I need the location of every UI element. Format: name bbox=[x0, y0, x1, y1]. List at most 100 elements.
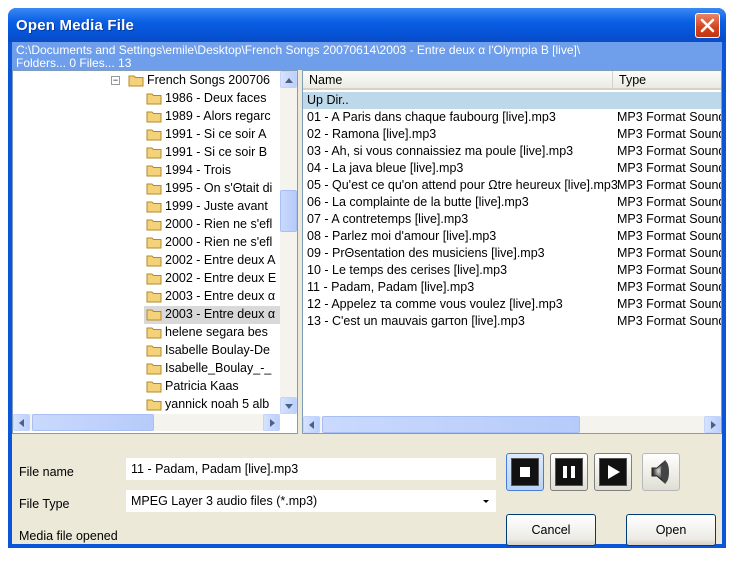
tree-item[interactable]: yannick noah 5 alb bbox=[144, 396, 280, 414]
file-row[interactable]: 02 - Ramona [live].mp3 MP3 Format Sound bbox=[303, 126, 721, 143]
tree-vertical-scrollbar[interactable] bbox=[280, 71, 297, 414]
file-row[interactable]: 04 - La java bleue [live].mp3 MP3 Format … bbox=[303, 160, 721, 177]
tree-item-label: yannick noah 5 alb bbox=[165, 397, 270, 411]
file-type-label: File Type bbox=[19, 497, 70, 511]
folder-icon bbox=[146, 147, 162, 159]
file-row[interactable]: 07 - A contretemps [live].mp3 MP3 Format … bbox=[303, 211, 721, 228]
pause-button-face bbox=[555, 458, 583, 486]
tree-item-label: 1989 - Alors regarc bbox=[165, 109, 271, 123]
column-header-type[interactable]: Type bbox=[613, 71, 721, 90]
tree-scroll-up-button[interactable] bbox=[280, 71, 297, 88]
stop-button[interactable] bbox=[506, 453, 544, 491]
file-row[interactable]: 08 - Parlez moi d'amour [live].mp3 MP3 Fo… bbox=[303, 228, 721, 245]
file-row[interactable]: 05 - Qu'est ce qu'on attend pour Ωtre he… bbox=[303, 177, 721, 194]
tree-scroll-thumb[interactable] bbox=[280, 190, 297, 232]
cancel-button[interactable]: Cancel bbox=[506, 514, 596, 546]
tree-item[interactable]: Isabelle Boulay-De bbox=[144, 342, 280, 360]
tree-item[interactable]: 2000 - Rien ne s'efl bbox=[144, 216, 280, 234]
file-row[interactable]: 10 - Le temps des cerises [live].mp3 MP3 … bbox=[303, 262, 721, 279]
list-scroll-right-button[interactable] bbox=[704, 416, 721, 433]
tree-item-label: 1991 - Si ce soir A bbox=[165, 127, 267, 141]
file-type: MP3 Format Sound bbox=[617, 144, 722, 158]
file-row[interactable]: 01 - A Paris dans chaque faubourg [live]… bbox=[303, 109, 721, 126]
file-name: 13 - C'est un mauvais garτon [live].mp3 bbox=[307, 314, 525, 328]
tree-item-label: 2000 - Rien ne s'efl bbox=[165, 217, 273, 231]
tree-item[interactable]: 2000 - Rien ne s'efl bbox=[144, 234, 280, 252]
folder-open-icon bbox=[128, 75, 144, 87]
title-bar[interactable]: Open Media File bbox=[8, 8, 726, 42]
folder-icon bbox=[146, 345, 162, 357]
tree-horizontal-scrollbar[interactable] bbox=[13, 414, 280, 431]
tree-item[interactable]: Isabelle_Boulay_-_ bbox=[144, 360, 280, 378]
pause-button[interactable] bbox=[550, 453, 588, 491]
tree-scroll-right-button[interactable] bbox=[263, 414, 280, 431]
tree-item[interactable]: helene segara bes bbox=[144, 324, 280, 342]
dialog-body: C:\Documents and Settings\emile\Desktop\… bbox=[12, 42, 722, 546]
column-type-label: Type bbox=[619, 73, 647, 87]
tree-hscroll-thumb[interactable] bbox=[32, 414, 154, 431]
volume-button[interactable] bbox=[642, 453, 680, 491]
tree-item[interactable]: 1999 - Juste avant bbox=[144, 198, 280, 216]
window-title: Open Media File bbox=[16, 17, 135, 34]
list-scroll-left-button[interactable] bbox=[303, 416, 320, 433]
file-name: 02 - Ramona [live].mp3 bbox=[307, 127, 437, 141]
file-row[interactable]: 13 - C'est un mauvais garτon [live].mp3 M… bbox=[303, 313, 721, 330]
file-name-input[interactable]: 11 - Padam, Padam [live].mp3 bbox=[126, 458, 496, 480]
tree-item-label: 2000 - Rien ne s'efl bbox=[165, 235, 273, 249]
stop-button-face bbox=[511, 458, 539, 486]
tree-scroll-down-button[interactable] bbox=[280, 397, 297, 414]
file-name: 11 - Padam, Padam [live].mp3 bbox=[307, 280, 475, 294]
file-type-value: MPEG Layer 3 audio files (*.mp3) bbox=[131, 494, 318, 508]
file-list[interactable]: Name Type Up Dir.. 01 - A Paris dans cha… bbox=[302, 70, 722, 434]
list-hscroll-thumb[interactable] bbox=[322, 416, 580, 433]
folder-icon bbox=[146, 273, 162, 285]
tree-root[interactable]: − French Songs 200706 bbox=[13, 72, 281, 90]
folder-icon bbox=[146, 399, 162, 411]
tree-item[interactable]: 2003 - Entre deux α bbox=[144, 306, 280, 324]
tree-item[interactable]: 1986 - Deux faces bbox=[144, 90, 280, 108]
file-name: 10 - Le temps des cerises [live].mp3 bbox=[307, 263, 508, 277]
tree-item-label: 1999 - Juste avant bbox=[165, 199, 268, 213]
file-type: MP3 Format Sound bbox=[617, 195, 722, 209]
list-horizontal-scrollbar[interactable] bbox=[303, 416, 721, 433]
arrow-down-icon bbox=[285, 404, 293, 409]
tree-item[interactable]: 1989 - Alors regarc bbox=[144, 108, 280, 126]
tree-item[interactable]: 1991 - Si ce soir B bbox=[144, 144, 280, 162]
collapse-icon[interactable]: − bbox=[111, 76, 120, 85]
up-dir-row[interactable]: Up Dir.. bbox=[303, 92, 721, 109]
folder-icon bbox=[146, 129, 162, 141]
arrow-left-icon bbox=[19, 419, 24, 427]
arrow-left-icon bbox=[309, 421, 314, 429]
play-icon bbox=[608, 465, 620, 479]
tree-item[interactable]: 2002 - Entre deux E bbox=[144, 270, 280, 288]
tree-scroll-left-button[interactable] bbox=[13, 414, 30, 431]
open-button[interactable]: Open bbox=[626, 514, 716, 546]
folder-icon bbox=[146, 111, 162, 123]
cancel-button-label: Cancel bbox=[531, 523, 571, 537]
speaker-icon bbox=[651, 459, 669, 485]
file-type: MP3 Format Sound bbox=[617, 212, 722, 226]
file-row[interactable]: 12 - Appelez τa comme vous voulez [live]… bbox=[303, 296, 721, 313]
folder-file-counts: Folders... 0 Files... 13 bbox=[16, 56, 132, 70]
tree-item[interactable]: 2002 - Entre deux A bbox=[144, 252, 280, 270]
file-name: 03 - Ah, si vous connaissiez ma poule [l… bbox=[307, 144, 574, 158]
file-row[interactable]: 03 - Ah, si vous connaissiez ma poule [l… bbox=[303, 143, 721, 160]
folder-icon bbox=[146, 309, 162, 321]
file-row[interactable]: 09 - PrΘsentation des musiciens [live].m… bbox=[303, 245, 721, 262]
file-name: 12 - Appelez τa comme vous voulez [live]… bbox=[307, 297, 563, 311]
tree-item[interactable]: 2003 - Entre deux α bbox=[144, 288, 280, 306]
tree-item[interactable]: 1995 - On s'Θtait di bbox=[144, 180, 280, 198]
folder-tree[interactable]: − French Songs 200706 1986 - Deux faces 1… bbox=[12, 70, 298, 434]
tree-item[interactable]: 1994 - Trois bbox=[144, 162, 280, 180]
file-type: MP3 Format Sound bbox=[617, 127, 722, 141]
file-type-select[interactable]: MPEG Layer 3 audio files (*.mp3) bbox=[126, 490, 496, 512]
file-row[interactable]: 06 - La complainte de la butte [live].mp… bbox=[303, 194, 721, 211]
tree-item[interactable]: Patricia Kaas bbox=[144, 378, 280, 396]
column-header-name[interactable]: Name bbox=[303, 71, 613, 90]
tree-item-label: 2002 - Entre deux A bbox=[165, 253, 276, 267]
tree-item[interactable]: 1991 - Si ce soir A bbox=[144, 126, 280, 144]
tree-item-label: 2002 - Entre deux E bbox=[165, 271, 277, 285]
play-button[interactable] bbox=[594, 453, 632, 491]
file-row[interactable]: 11 - Padam, Padam [live].mp3 MP3 Format S… bbox=[303, 279, 721, 296]
close-button[interactable] bbox=[695, 13, 720, 38]
